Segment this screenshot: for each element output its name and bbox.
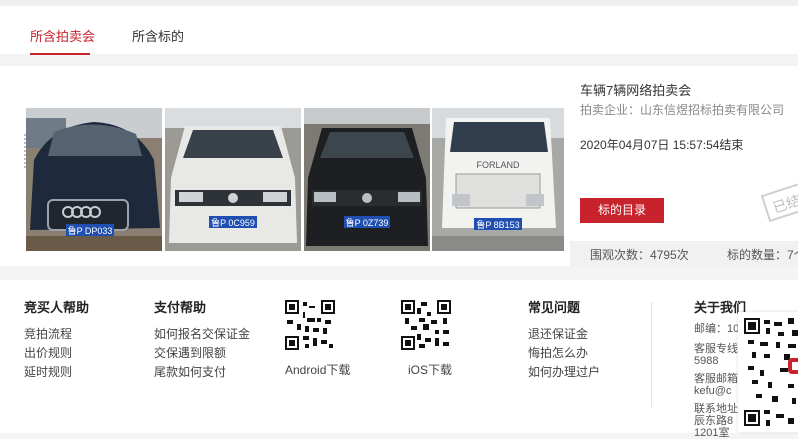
link-refund-deposit[interactable]: 退还保证金 xyxy=(528,325,600,344)
truck-image: FORLAND 鲁P 8B153 xyxy=(432,108,564,251)
vehicle-photo-truck[interactable]: FORLAND 鲁P 8B153 xyxy=(432,108,564,251)
floating-qr-code[interactable] xyxy=(744,318,798,428)
bidder-help-title: 竞买人帮助 xyxy=(24,300,90,315)
catalog-button[interactable]: 标的目录 xyxy=(580,198,664,223)
svg-text:鲁P 8B153: 鲁P 8B153 xyxy=(476,219,519,230)
link-delay-rules[interactable]: 延时规则 xyxy=(24,363,89,382)
floating-qr-panel[interactable] xyxy=(738,312,798,432)
active-tab-indicator xyxy=(30,53,90,55)
svg-text:FORLAND: FORLAND xyxy=(476,160,520,170)
svg-text:鲁P DP033: 鲁P DP033 xyxy=(68,225,113,236)
white-car-image: 鲁P 0C959 xyxy=(165,108,301,251)
ios-download-label[interactable]: iOS下载 xyxy=(408,361,452,378)
ios-qr-code[interactable] xyxy=(401,300,451,350)
link-transfer[interactable]: 如何办理过户 xyxy=(528,363,600,382)
link-bid-rules[interactable]: 出价规则 xyxy=(24,344,89,363)
svg-text:鲁P 0C959: 鲁P 0C959 xyxy=(211,217,255,228)
link-final-payment[interactable]: 尾款如何支付 xyxy=(154,363,250,382)
vehicle-photo-audi[interactable]: 鲁P DP033 xyxy=(26,108,162,251)
footer-bidder-help: 竞买人帮助 竞拍流程 出价规则 延时规则 xyxy=(24,297,89,382)
android-download-label[interactable]: Android下载 xyxy=(285,361,350,378)
views-count: 围观次数：4795次 xyxy=(590,248,689,262)
faq-title: 常见问题 xyxy=(528,300,581,315)
link-deposit[interactable]: 如何报名交保证金 xyxy=(154,325,250,344)
pay-help-title: 支付帮助 xyxy=(154,300,207,315)
footer: 竞买人帮助 竞拍流程 出价规则 延时规则 支付帮助 如何报名交保证金 交保遇到限… xyxy=(0,280,798,439)
auction-title[interactable]: 车辆7辆网络拍卖会 xyxy=(580,80,691,99)
link-limit[interactable]: 交保遇到限额 xyxy=(154,344,250,363)
link-regret-bid[interactable]: 悔拍怎么办 xyxy=(528,344,600,363)
svg-text:鲁P 0Z739: 鲁P 0Z739 xyxy=(346,217,389,228)
footer-divider xyxy=(651,302,652,407)
tab-lots[interactable]: 所含标的 xyxy=(132,26,184,45)
auction-stats: 围观次数：4795次 标的数量：7个 xyxy=(570,241,798,266)
audi-image: 鲁P DP033 xyxy=(26,108,162,251)
footer-faq: 常见问题 退还保证金 悔拍怎么办 如何办理过户 xyxy=(528,297,600,382)
tab-auctions[interactable]: 所含拍卖会 xyxy=(30,26,95,45)
vehicle-photo-white-car[interactable]: 鲁P 0C959 xyxy=(165,108,301,251)
link-bid-process[interactable]: 竞拍流程 xyxy=(24,325,89,344)
android-qr-code[interactable] xyxy=(285,300,335,350)
auction-end-time: 2020年04月07日 15:57:54结束 xyxy=(580,138,744,152)
tab-bar: 所含拍卖会 所含标的 xyxy=(0,6,798,55)
vehicle-photo-black-car[interactable]: 鲁P 0Z739 xyxy=(304,108,430,251)
lots-count: 标的数量：7个 xyxy=(727,248,798,262)
auction-company: 拍卖企业：山东信煜招标拍卖有限公司 xyxy=(580,103,785,117)
black-car-image: 鲁P 0Z739 xyxy=(304,108,430,251)
footer-pay-help: 支付帮助 如何报名交保证金 交保遇到限额 尾款如何支付 xyxy=(154,297,250,382)
